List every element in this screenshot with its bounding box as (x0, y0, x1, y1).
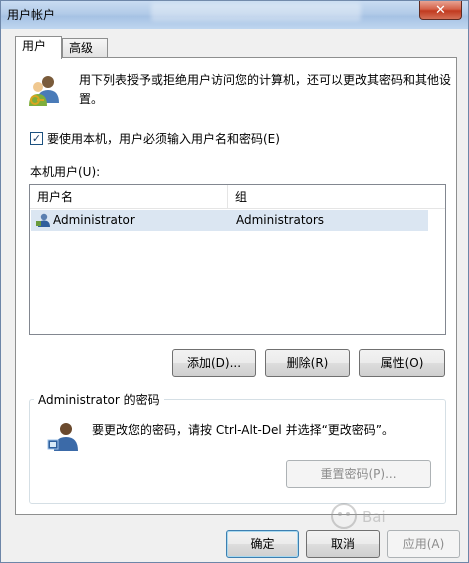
tab-users[interactable]: 用户 (15, 36, 62, 59)
tab-users-label: 用户 (22, 39, 47, 53)
column-header-group[interactable]: 组 (228, 185, 445, 209)
table-row[interactable]: Administrator Administrators (31, 210, 428, 231)
watermark-logo: Bai (331, 503, 386, 529)
users-icon (29, 76, 59, 106)
remove-user-button[interactable]: 删除(R) (265, 349, 350, 377)
local-users-label: 本机用户(U): (30, 165, 101, 179)
window-title: 用户帐户 (7, 8, 56, 22)
require-login-checkbox-row[interactable]: ✓ 要使用本机，用户必须输入用户名和密码(E) (30, 130, 280, 147)
password-instructions: 要更改您的密码，请按 Ctrl-Alt-Del 并选择“更改密码”。 (92, 423, 395, 437)
svg-text:Bai: Bai (362, 508, 386, 526)
user-properties-button[interactable]: 属性(O) (359, 349, 445, 377)
user-icon (36, 213, 50, 227)
user-accounts-window: 用户帐户 ✕ 用户 高级 用下列表授予或拒绝用户访问您的计算机，还可以更改其密码… (0, 0, 469, 563)
user-key-icon (47, 423, 78, 451)
description-text: 用下列表授予或拒绝用户访问您的计算机，还可以更改其密码和其他设置。 (79, 73, 452, 106)
close-button[interactable]: ✕ (419, 1, 462, 20)
require-login-label: 要使用本机，用户必须输入用户名和密码(E) (47, 132, 280, 146)
ok-button[interactable]: 确定 (226, 530, 299, 558)
password-groupbox (29, 399, 446, 504)
list-header: 用户名 组 (30, 185, 445, 209)
row-group: Administrators (236, 213, 325, 227)
tab-advanced-label: 高级 (69, 41, 94, 55)
password-group-legend: Administrator 的密码 (34, 391, 164, 408)
close-icon: ✕ (435, 2, 446, 18)
local-users-list[interactable]: 用户名 组 Administrator Administrators (29, 184, 446, 335)
require-login-checkbox[interactable]: ✓ (30, 132, 43, 145)
tab-advanced[interactable]: 高级 (62, 38, 108, 58)
column-header-username[interactable]: 用户名 (30, 185, 228, 209)
title-bar[interactable]: 用户帐户 ✕ (1, 1, 468, 29)
add-user-button[interactable]: 添加(D)... (172, 349, 256, 377)
row-username: Administrator (53, 213, 135, 227)
title-bar-glass (151, 3, 361, 21)
reset-password-button[interactable]: 重置密码(P)... (286, 460, 431, 488)
